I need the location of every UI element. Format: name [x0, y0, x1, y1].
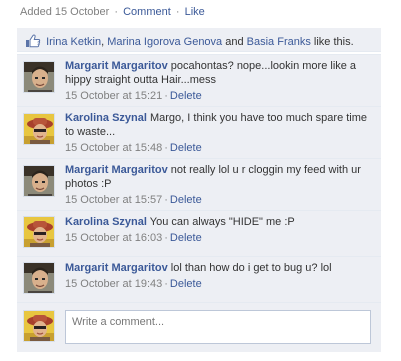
comment-item: Margarit Margaritov pocahontas? nope...l…: [17, 54, 381, 106]
comment-item: Karolina Szynal You can always "HIDE" me…: [17, 210, 381, 256]
like-link[interactable]: Like: [185, 6, 205, 18]
comment-meta: 15 October at 15:57 · Delete: [65, 193, 373, 207]
comment-text: lol than how do i get to bug u? lol: [170, 262, 332, 274]
comment-timestamp[interactable]: 15 October at 16:03: [65, 232, 162, 244]
comment-timestamp[interactable]: 15 October at 15:21: [65, 90, 162, 102]
comma: ,: [101, 36, 105, 48]
comment-meta: 15 October at 19:43 · Delete: [65, 277, 373, 291]
comment-author[interactable]: Margarit Margaritov: [65, 164, 168, 176]
comment-body: Margarit Margaritov lol than how do i ge…: [65, 261, 373, 291]
delete-link[interactable]: Delete: [170, 232, 202, 244]
thumbs-up-icon: [26, 34, 41, 48]
separator: ·: [164, 194, 168, 206]
separator: ·: [114, 6, 119, 18]
separator: ·: [164, 90, 168, 102]
male-avatar-icon: [24, 62, 54, 92]
comment-item: Karolina Szynal Margo, I think you have …: [17, 106, 381, 158]
added-date: Added 15 October: [20, 6, 110, 18]
female-avatar-icon: [24, 114, 54, 144]
male-avatar-icon: [24, 166, 54, 196]
liker-name[interactable]: Irina Ketkin: [46, 36, 101, 48]
comment-link[interactable]: Comment: [123, 6, 171, 18]
comments-panel: Irina Ketkin, Marina Igorova Genova and …: [17, 28, 381, 352]
comment-body: Margarit Margaritov not really lol u r c…: [65, 163, 373, 207]
delete-link[interactable]: Delete: [170, 90, 202, 102]
comment-author[interactable]: Karolina Szynal: [65, 216, 147, 228]
comment-timestamp[interactable]: 15 October at 15:48: [65, 142, 162, 154]
female-avatar-icon: [24, 217, 54, 247]
delete-link[interactable]: Delete: [170, 278, 202, 290]
female-avatar-icon: [24, 311, 54, 341]
likes-row: Irina Ketkin, Marina Igorova Genova and …: [17, 28, 381, 52]
comment-author[interactable]: Margarit Margaritov: [65, 60, 168, 72]
comment-body: Margarit Margaritov pocahontas? nope...l…: [65, 59, 373, 103]
separator: ·: [175, 6, 180, 18]
comment-timestamp[interactable]: 15 October at 15:57: [65, 194, 162, 206]
comment-input[interactable]: Write a comment...: [65, 310, 371, 344]
avatar[interactable]: [23, 165, 55, 197]
comment-body: Karolina Szynal Margo, I think you have …: [65, 111, 373, 155]
separator: ·: [164, 278, 168, 290]
comment-meta: 15 October at 15:48 · Delete: [65, 141, 373, 155]
likes-suffix: like this.: [313, 36, 354, 48]
post-meta: Added 15 October · Comment · Like: [20, 6, 205, 18]
avatar[interactable]: [23, 113, 55, 145]
comment-meta: 15 October at 15:21 · Delete: [65, 89, 373, 103]
comment-composer-row: Write a comment...: [17, 302, 381, 352]
delete-link[interactable]: Delete: [170, 194, 202, 206]
comment-timestamp[interactable]: 15 October at 19:43: [65, 278, 162, 290]
separator: ·: [164, 232, 168, 244]
avatar[interactable]: [23, 262, 55, 294]
liker-name[interactable]: Marina Igorova Genova: [107, 36, 222, 48]
comment-author[interactable]: Karolina Szynal: [65, 112, 147, 124]
liker-name[interactable]: Basia Franks: [247, 36, 311, 48]
male-avatar-icon: [24, 263, 54, 293]
avatar[interactable]: [23, 216, 55, 248]
delete-link[interactable]: Delete: [170, 142, 202, 154]
comment-text: You can always "HIDE" me :P: [149, 216, 295, 228]
comment-item: Margarit Margaritov not really lol u r c…: [17, 158, 381, 210]
comment-item: Margarit Margaritov lol than how do i ge…: [17, 256, 381, 302]
and-text: and: [225, 36, 244, 48]
comment-body: Karolina Szynal You can always "HIDE" me…: [65, 215, 373, 245]
avatar: [23, 310, 55, 342]
comment-author[interactable]: Margarit Margaritov: [65, 262, 168, 274]
comment-meta: 15 October at 16:03 · Delete: [65, 231, 373, 245]
avatar[interactable]: [23, 61, 55, 93]
separator: ·: [164, 142, 168, 154]
